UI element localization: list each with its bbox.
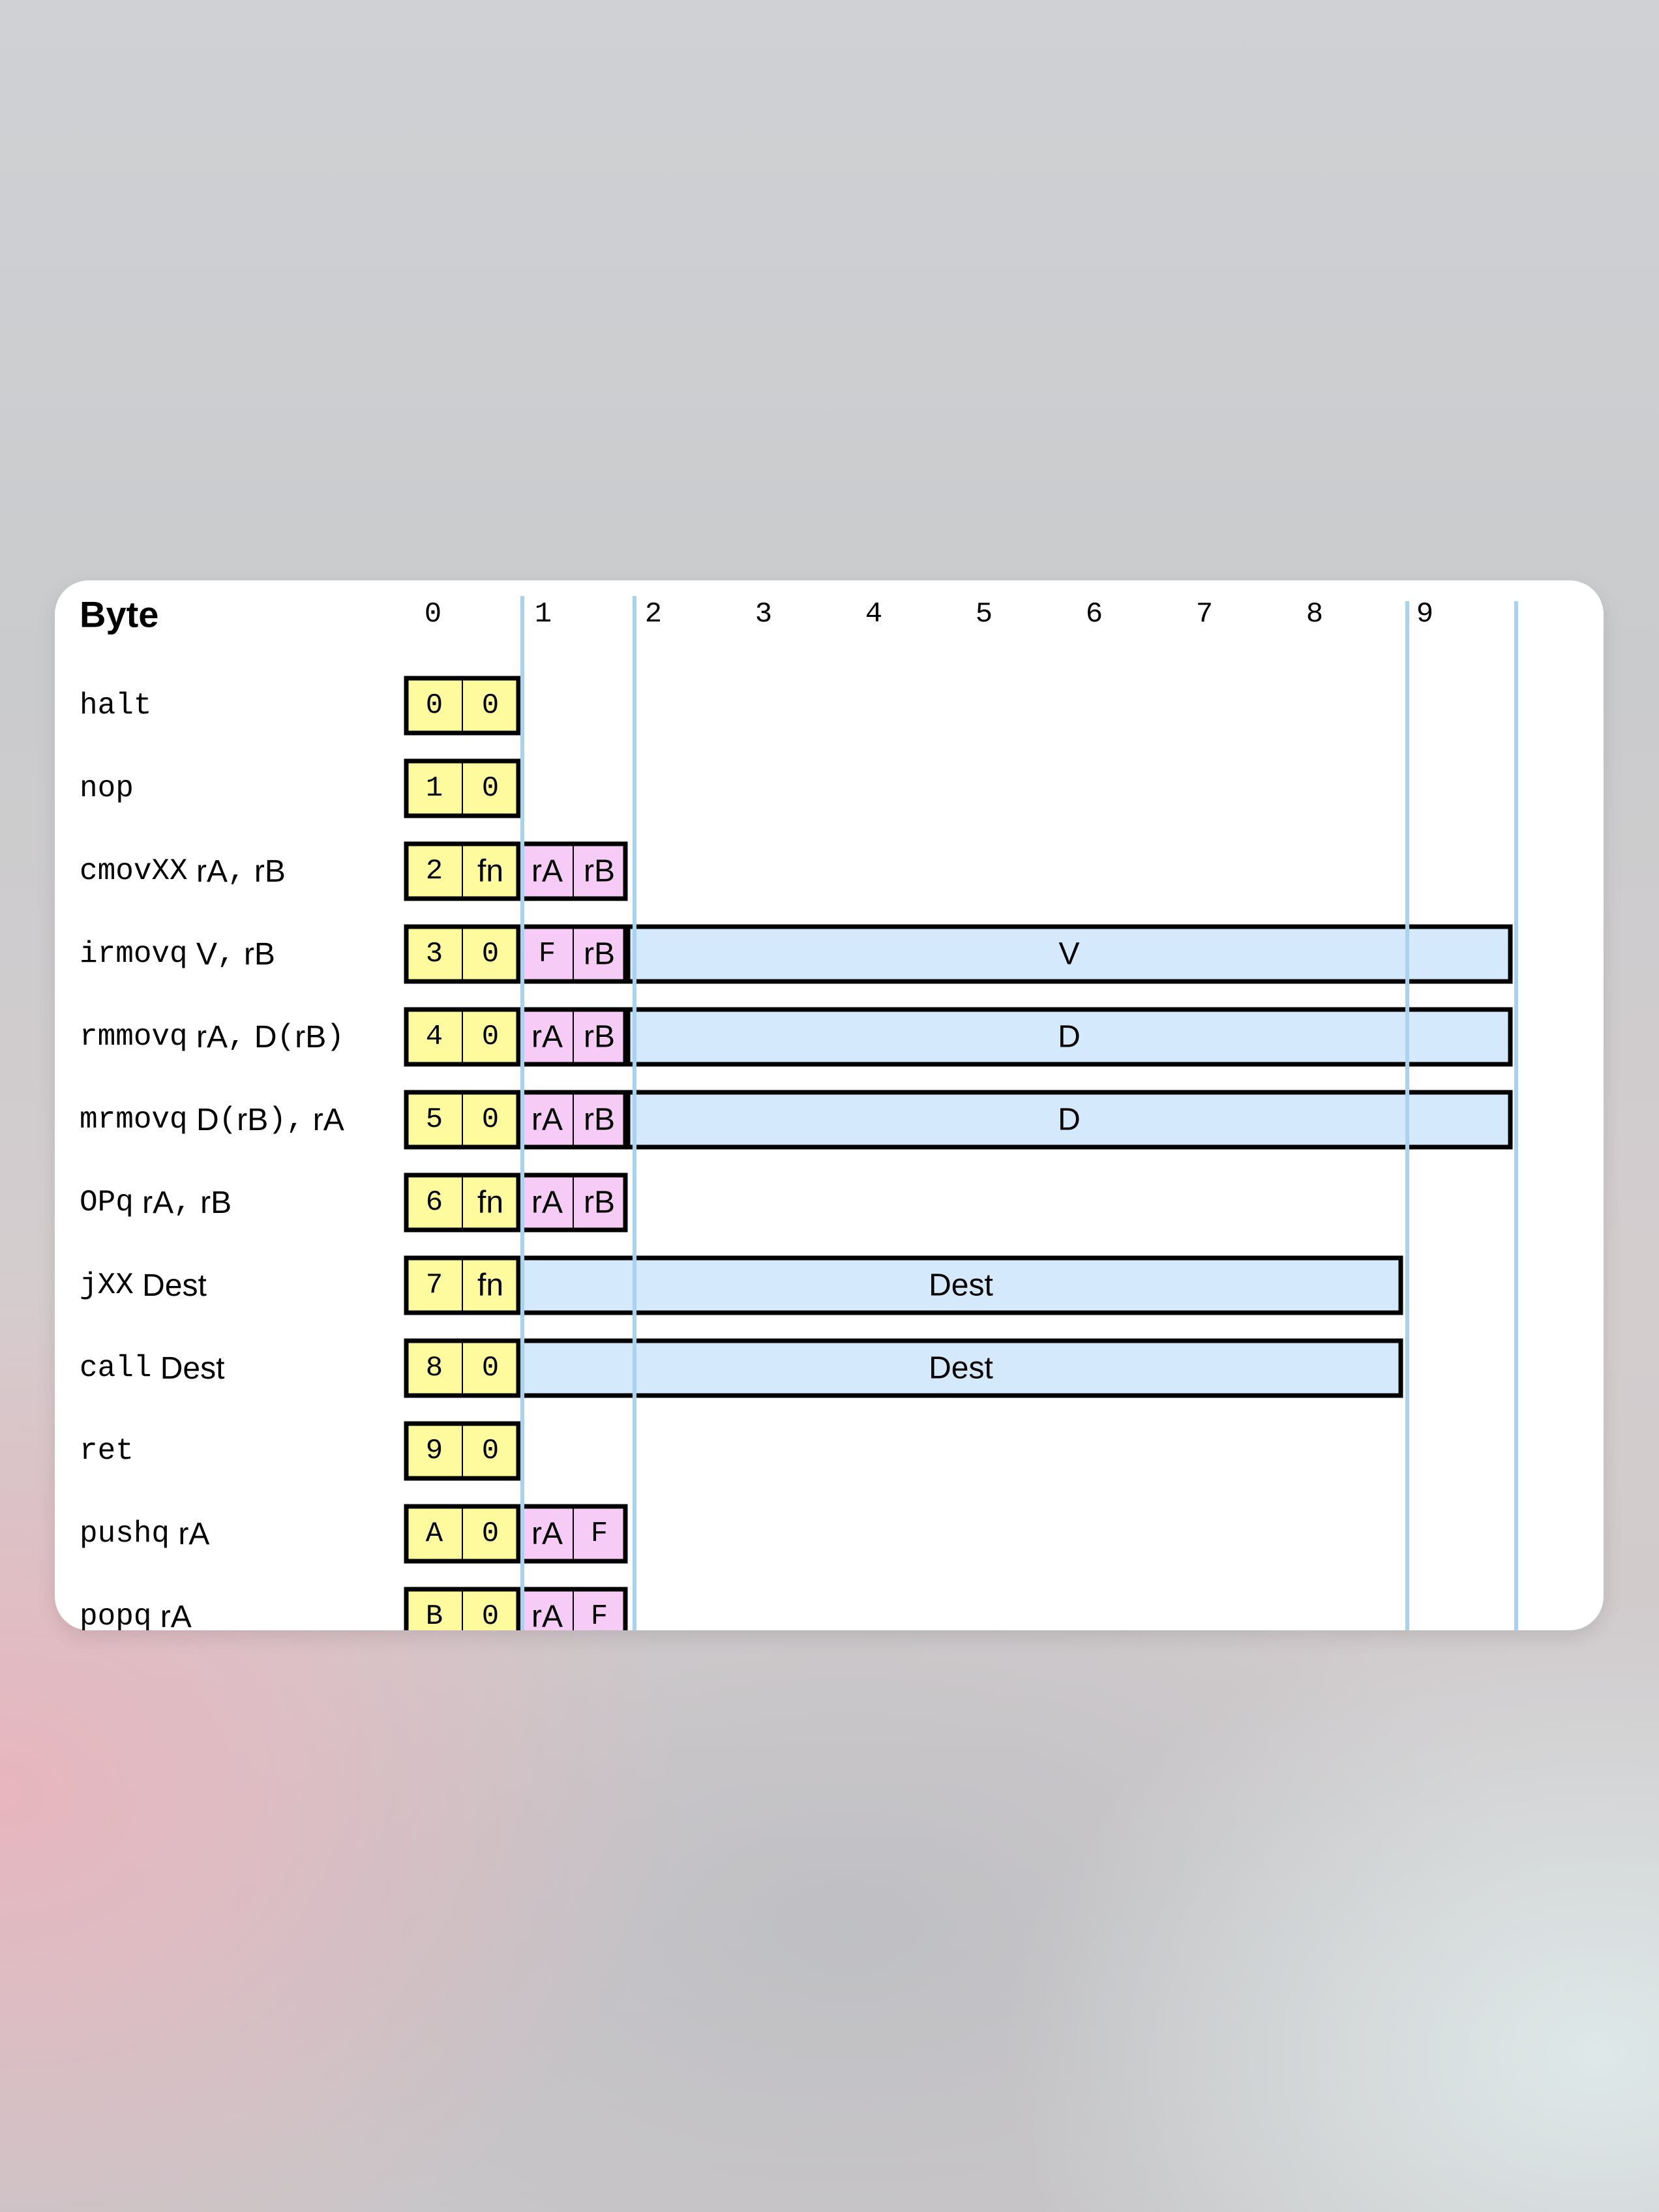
instruction-label-opq: OPq rA, rB [80, 1186, 232, 1220]
icode-value: 0 [426, 689, 443, 722]
instruction-label-call: call Dest [80, 1351, 224, 1386]
register-a-value: rA [531, 854, 563, 889]
icode-value: 2 [426, 855, 443, 888]
byte-header-label: Byte [80, 594, 158, 635]
icode-value: 4 [426, 1021, 443, 1053]
byte-index-4: 4 [865, 598, 882, 631]
icode-value: B [426, 1600, 443, 1630]
ifun-value: 0 [482, 1517, 499, 1550]
byte-index-0: 0 [425, 598, 441, 631]
constant-word-label: D [1058, 1020, 1081, 1054]
ifun-value: fn [477, 1268, 503, 1303]
icode-value: 5 [426, 1103, 443, 1136]
byte-index-9: 9 [1416, 598, 1433, 631]
byte-index-3: 3 [755, 598, 772, 631]
instruction-label-nop: nop [80, 771, 134, 805]
register-b-value: F [591, 1517, 608, 1550]
destination-word-label: Dest [929, 1268, 993, 1303]
instruction-label-mrmovq: mrmovq D(rB), rA [80, 1103, 344, 1137]
ifun-value: 0 [482, 1021, 499, 1053]
byte-index-5: 5 [976, 598, 993, 631]
constant-word-label: D [1058, 1103, 1081, 1137]
instruction-label-irmovq: irmovq V, rB [80, 937, 275, 972]
ifun-value: 0 [482, 1600, 499, 1630]
ifun-value: fn [477, 854, 503, 889]
byte-index-6: 6 [1086, 598, 1103, 631]
register-a-value: rA [531, 1517, 563, 1551]
register-a-value: rA [531, 1186, 563, 1220]
icode-value: 9 [426, 1435, 443, 1467]
instruction-encoding-card: Byte 0 1 2 3 4 5 6 7 8 9 halt 0 0 nop 1 0 cmovXX rA, rB 2 f… [55, 580, 1604, 1630]
icode-value: 8 [426, 1352, 443, 1384]
instruction-encoding-diagram: Byte 0 1 2 3 4 5 6 7 8 9 halt 0 0 nop 1 0 cmovXX rA, rB 2 f… [80, 594, 1518, 1631]
icode-value: 7 [426, 1269, 443, 1302]
instruction-label-halt: halt [80, 689, 151, 723]
ifun-value: 0 [482, 1435, 499, 1467]
register-a-value: rA [531, 1103, 563, 1137]
icode-value: 6 [426, 1186, 443, 1219]
register-b-value: rB [584, 1020, 615, 1054]
ifun-value: 0 [482, 938, 499, 970]
instruction-label-rmmovq: rmmovq rA, D(rB) [80, 1020, 344, 1054]
instruction-label-popq: popq rA [80, 1600, 192, 1631]
register-b-value: rB [584, 937, 615, 972]
instruction-label-ret: ret [80, 1434, 134, 1468]
byte-index-1: 1 [535, 598, 552, 631]
register-b-value: rB [584, 1186, 615, 1220]
instruction-label-jxx: jXX Dest [80, 1268, 207, 1303]
register-b-value: F [591, 1600, 608, 1630]
register-b-value: rB [584, 854, 615, 889]
ifun-value: 0 [482, 689, 499, 722]
instruction-label-pushq: pushq rA [80, 1517, 209, 1551]
icode-value: A [426, 1517, 443, 1550]
destination-word-label: Dest [929, 1351, 993, 1386]
instruction-label-cmovxx: cmovXX rA, rB [80, 854, 286, 889]
register-a-value: rA [531, 1020, 563, 1054]
icode-value: 1 [426, 772, 443, 805]
icode-value: 3 [426, 938, 443, 970]
constant-word-label: V [1058, 937, 1079, 972]
byte-index-8: 8 [1306, 598, 1323, 631]
ifun-value: 0 [482, 1352, 499, 1384]
ifun-value: 0 [482, 772, 499, 805]
ifun-value: 0 [482, 1103, 499, 1136]
byte-index-2: 2 [645, 598, 662, 631]
byte-index-7: 7 [1196, 598, 1213, 631]
register-a-value: rA [531, 1600, 563, 1631]
register-a-value: F [539, 938, 556, 970]
register-b-value: rB [584, 1103, 615, 1137]
ifun-value: fn [477, 1186, 503, 1220]
